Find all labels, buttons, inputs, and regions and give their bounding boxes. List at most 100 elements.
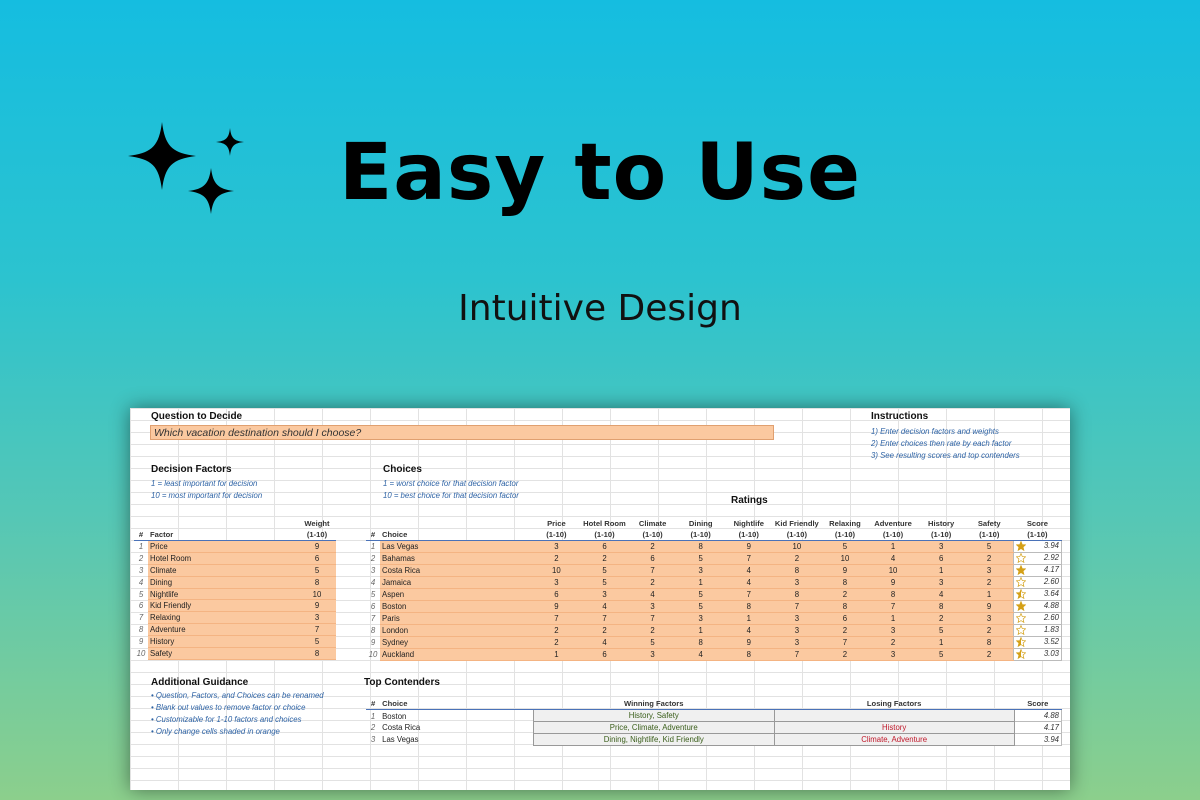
rating-cell[interactable]: 5 xyxy=(676,588,725,601)
rating-cell[interactable]: 8 xyxy=(772,588,821,601)
rating-cell[interactable]: 4 xyxy=(869,552,918,565)
choice-name-cell[interactable]: Sydney xyxy=(380,636,533,649)
rating-cell[interactable]: 5 xyxy=(917,648,966,661)
rating-cell[interactable]: 10 xyxy=(772,540,821,553)
choice-name-cell[interactable]: Aspen xyxy=(380,588,533,601)
factor-name-cell[interactable]: History xyxy=(148,635,298,649)
rating-cell[interactable]: 8 xyxy=(965,636,1014,649)
rating-cell[interactable]: 2 xyxy=(820,588,869,601)
rating-cell[interactable]: 2 xyxy=(965,552,1014,565)
factor-weight-cell[interactable]: 5 xyxy=(298,635,336,649)
rating-cell[interactable]: 3 xyxy=(965,612,1014,625)
rating-cell[interactable]: 3 xyxy=(628,600,677,613)
rating-cell[interactable]: 4 xyxy=(580,636,629,649)
rating-cell[interactable]: 4 xyxy=(917,588,966,601)
question-input[interactable]: Which vacation destination should I choo… xyxy=(150,425,774,440)
factor-weight-cell[interactable]: 10 xyxy=(298,588,336,601)
rating-cell[interactable]: 6 xyxy=(580,648,629,661)
rating-cell[interactable]: 6 xyxy=(580,540,629,553)
factor-weight-cell[interactable]: 8 xyxy=(298,647,336,660)
rating-cell[interactable]: 4 xyxy=(724,624,773,637)
choice-name-cell[interactable]: Auckland xyxy=(380,648,533,661)
factor-weight-cell[interactable]: 9 xyxy=(298,540,336,553)
rating-cell[interactable]: 7 xyxy=(869,600,918,613)
rating-cell[interactable]: 9 xyxy=(532,600,581,613)
rating-cell[interactable]: 3 xyxy=(772,612,821,625)
rating-cell[interactable]: 4 xyxy=(724,576,773,589)
rating-cell[interactable]: 2 xyxy=(580,624,629,637)
rating-cell[interactable]: 3 xyxy=(772,624,821,637)
rating-cell[interactable]: 9 xyxy=(965,600,1014,613)
rating-cell[interactable]: 9 xyxy=(724,540,773,553)
rating-cell[interactable]: 1 xyxy=(869,540,918,553)
rating-cell[interactable]: 8 xyxy=(724,648,773,661)
rating-cell[interactable]: 10 xyxy=(820,552,869,565)
factor-weight-cell[interactable]: 6 xyxy=(298,552,336,565)
rating-cell[interactable]: 1 xyxy=(965,588,1014,601)
factor-weight-cell[interactable]: 5 xyxy=(298,564,336,577)
rating-cell[interactable]: 2 xyxy=(965,648,1014,661)
rating-cell[interactable]: 5 xyxy=(676,600,725,613)
rating-cell[interactable]: 7 xyxy=(772,648,821,661)
rating-cell[interactable]: 8 xyxy=(917,600,966,613)
rating-cell[interactable]: 3 xyxy=(869,624,918,637)
rating-cell[interactable]: 7 xyxy=(532,612,581,625)
rating-cell[interactable]: 7 xyxy=(580,612,629,625)
rating-cell[interactable]: 2 xyxy=(580,552,629,565)
rating-cell[interactable]: 7 xyxy=(724,588,773,601)
rating-cell[interactable]: 1 xyxy=(676,624,725,637)
factor-name-cell[interactable]: Dining xyxy=(148,576,298,589)
rating-cell[interactable]: 5 xyxy=(820,540,869,553)
rating-cell[interactable]: 2 xyxy=(772,552,821,565)
rating-cell[interactable]: 6 xyxy=(628,552,677,565)
rating-cell[interactable]: 1 xyxy=(917,564,966,577)
rating-cell[interactable]: 2 xyxy=(532,636,581,649)
rating-cell[interactable]: 8 xyxy=(820,600,869,613)
rating-cell[interactable]: 1 xyxy=(869,612,918,625)
rating-cell[interactable]: 8 xyxy=(869,588,918,601)
rating-cell[interactable]: 5 xyxy=(676,552,725,565)
factor-name-cell[interactable]: Relaxing xyxy=(148,611,298,625)
rating-cell[interactable]: 9 xyxy=(869,576,918,589)
rating-cell[interactable]: 2 xyxy=(628,576,677,589)
rating-cell[interactable]: 8 xyxy=(772,564,821,577)
rating-cell[interactable]: 10 xyxy=(532,564,581,577)
rating-cell[interactable]: 9 xyxy=(820,564,869,577)
rating-cell[interactable]: 6 xyxy=(820,612,869,625)
choice-name-cell[interactable]: Jamaica xyxy=(380,576,533,589)
rating-cell[interactable]: 6 xyxy=(917,552,966,565)
factor-name-cell[interactable]: Price xyxy=(148,540,298,553)
rating-cell[interactable]: 7 xyxy=(820,636,869,649)
rating-cell[interactable]: 8 xyxy=(676,636,725,649)
rating-cell[interactable]: 7 xyxy=(628,612,677,625)
rating-cell[interactable]: 5 xyxy=(580,576,629,589)
factor-name-cell[interactable]: Hotel Room xyxy=(148,552,298,565)
rating-cell[interactable]: 8 xyxy=(820,576,869,589)
rating-cell[interactable]: 2 xyxy=(965,624,1014,637)
rating-cell[interactable]: 7 xyxy=(724,552,773,565)
rating-cell[interactable]: 6 xyxy=(532,588,581,601)
factor-name-cell[interactable]: Kid Friendly xyxy=(148,599,298,613)
factor-weight-cell[interactable]: 9 xyxy=(298,599,336,613)
rating-cell[interactable]: 2 xyxy=(628,540,677,553)
rating-cell[interactable]: 3 xyxy=(869,648,918,661)
rating-cell[interactable]: 3 xyxy=(772,636,821,649)
rating-cell[interactable]: 3 xyxy=(917,540,966,553)
rating-cell[interactable]: 5 xyxy=(965,540,1014,553)
factor-weight-cell[interactable]: 3 xyxy=(298,611,336,625)
factor-name-cell[interactable]: Nightlife xyxy=(148,588,298,601)
rating-cell[interactable]: 3 xyxy=(676,564,725,577)
rating-cell[interactable]: 8 xyxy=(676,540,725,553)
rating-cell[interactable]: 1 xyxy=(676,576,725,589)
rating-cell[interactable]: 3 xyxy=(532,576,581,589)
rating-cell[interactable]: 9 xyxy=(724,636,773,649)
factor-name-cell[interactable]: Adventure xyxy=(148,623,298,637)
rating-cell[interactable]: 7 xyxy=(628,564,677,577)
choice-name-cell[interactable]: Boston xyxy=(380,600,533,613)
rating-cell[interactable]: 2 xyxy=(965,576,1014,589)
rating-cell[interactable]: 2 xyxy=(532,624,581,637)
choice-name-cell[interactable]: Paris xyxy=(380,612,533,625)
rating-cell[interactable]: 2 xyxy=(869,636,918,649)
rating-cell[interactable]: 3 xyxy=(580,588,629,601)
rating-cell[interactable]: 2 xyxy=(532,552,581,565)
